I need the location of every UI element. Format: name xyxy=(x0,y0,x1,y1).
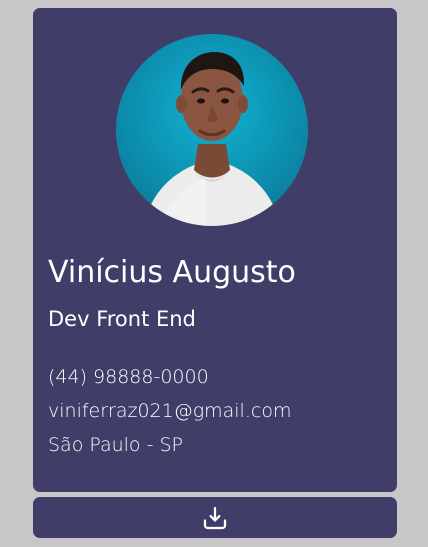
profile-location: São Paulo - SP xyxy=(48,434,184,456)
profile-role: Dev Front End xyxy=(48,307,196,331)
profile-name: Vinícius Augusto xyxy=(48,255,296,290)
profile-card: Vinícius Augusto Dev Front End (44) 9888… xyxy=(33,8,397,492)
avatar xyxy=(116,34,308,226)
download-icon xyxy=(203,506,227,529)
profile-email: viniferraz021@gmail.com xyxy=(48,400,292,422)
download-button[interactable] xyxy=(33,497,397,538)
profile-phone: (44) 98888-0000 xyxy=(48,366,209,388)
avatar-photo xyxy=(144,52,280,226)
